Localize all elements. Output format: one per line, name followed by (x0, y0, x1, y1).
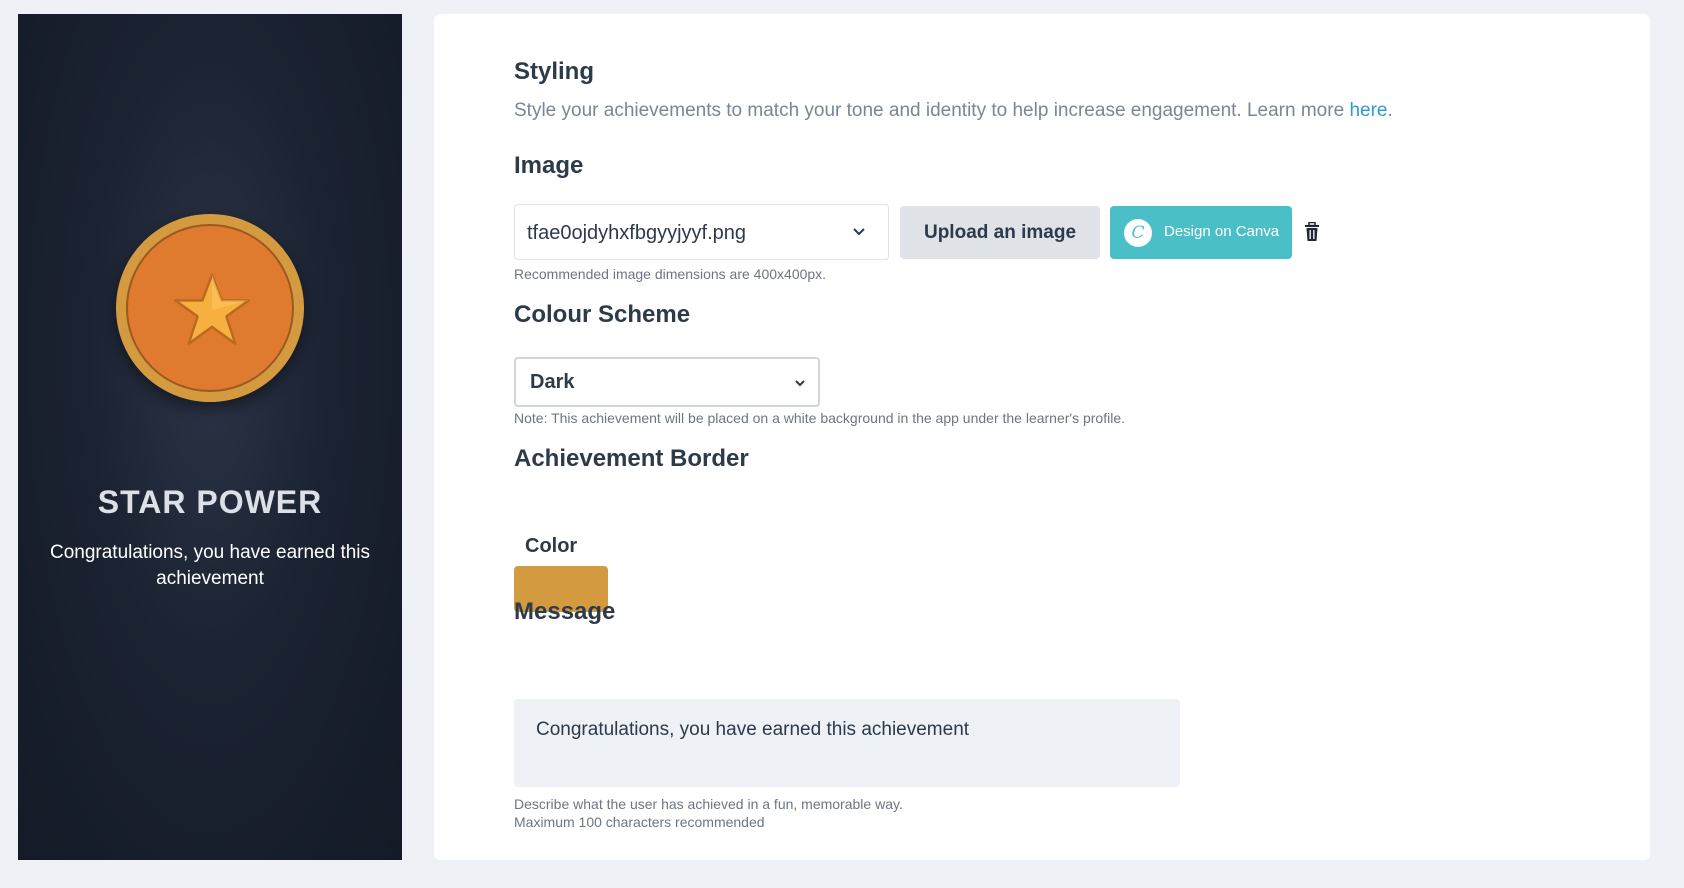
canva-button-label: Design on Canva (1164, 223, 1280, 240)
border-color-label: Color (525, 535, 578, 557)
colour-scheme-select[interactable]: Dark (514, 357, 820, 407)
chevron-down-icon (795, 380, 805, 387)
trash-icon[interactable] (1304, 222, 1320, 242)
styling-description-text: Style your achievements to match your to… (514, 100, 1350, 121)
upload-image-button[interactable]: Upload an image (900, 206, 1100, 259)
badge-inner-circle (126, 224, 294, 392)
image-select[interactable]: tfae0ojdyhxfbgyyjyyf.png (514, 204, 889, 260)
message-hint: Describe what the user has achieved in a… (514, 796, 903, 812)
message-max-hint: Maximum 100 characters recommended (514, 814, 765, 830)
image-dimensions-hint: Recommended image dimensions are 400x400… (514, 266, 827, 282)
learn-more-link[interactable]: here (1349, 100, 1387, 121)
colour-scheme-heading: Colour Scheme (514, 301, 691, 328)
achievement-border-heading: Achievement Border (514, 445, 749, 472)
preview-title: STAR POWER (97, 484, 323, 520)
colour-scheme-value: Dark (530, 371, 575, 393)
canva-logo-icon: C (1124, 219, 1152, 247)
colour-scheme-note: Note: This achievement will be placed on… (514, 410, 1126, 426)
design-on-canva-button[interactable]: C Design on Canva (1110, 206, 1292, 259)
achievement-preview: STAR POWER Congratulations, you have ear… (18, 14, 402, 860)
image-heading: Image (514, 152, 584, 179)
chevron-down-icon (853, 228, 865, 236)
settings-panel: Styling Style your achievements to match… (434, 14, 1650, 860)
star-icon (174, 273, 250, 345)
achievement-badge (116, 214, 304, 402)
styling-heading: Styling (514, 58, 595, 85)
message-heading: Message (514, 598, 616, 625)
styling-description-suffix: . (1387, 100, 1393, 121)
image-select-value: tfae0ojdyhxfbgyyjyyf.png (527, 222, 747, 244)
preview-message: Congratulations, you have earned this ac… (49, 542, 371, 589)
message-textarea[interactable]: Congratulations, you have earned this ac… (514, 699, 1180, 787)
styling-description: Style your achievements to match your to… (514, 100, 1393, 122)
